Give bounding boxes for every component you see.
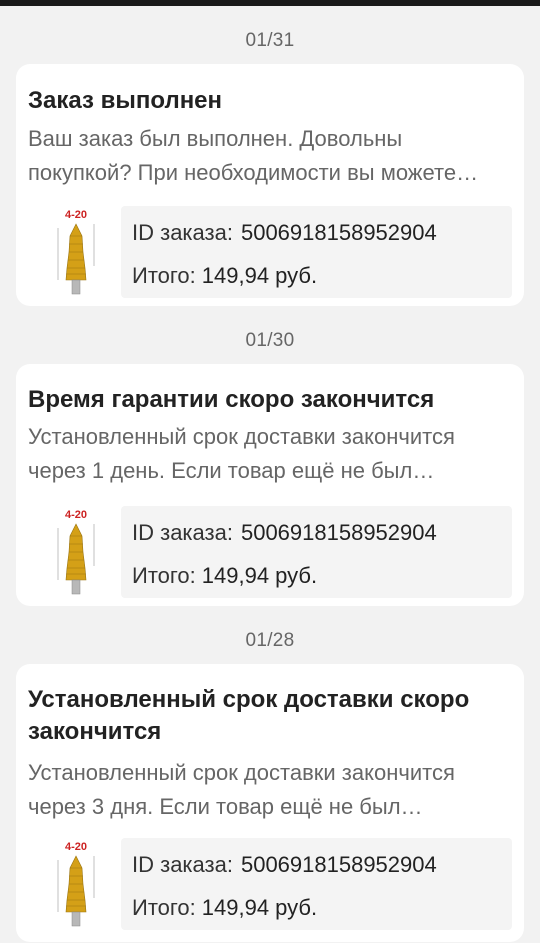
notification-title: Установленный срок доставки скоро законч… xyxy=(28,686,470,745)
order-summary: ID заказа: 5006918158952904 Итого: 149,94 … xyxy=(121,206,512,298)
order-total-label: Итого: xyxy=(132,563,196,588)
order-summary: ID заказа: 5006918158952904 Итого: 149,94 … xyxy=(121,506,512,598)
product-size-label: 4-20 xyxy=(65,841,87,853)
notification-card[interactable]: Заказ выполнен Ваш заказ был выполнен. Д… xyxy=(16,64,524,306)
order-row[interactable]: 4-20 ID заказа: 5006918158952904 Итого: … xyxy=(28,506,512,598)
order-total-line: Итого: 149,94 руб. xyxy=(132,563,317,589)
order-total-value: 149,94 руб. xyxy=(201,263,318,288)
order-row[interactable]: 4-20 ID заказа: 5006918158952904 Итого: … xyxy=(28,838,512,930)
notification-title: Время гарантии скоро закончится xyxy=(28,386,435,413)
date-label: 01/31 xyxy=(245,30,295,51)
order-id-value: 5006918158952904 xyxy=(240,852,437,877)
order-id-label: ID заказа: xyxy=(132,852,233,877)
notification-body: Ваш заказ был выполнен. Довольны покупко… xyxy=(28,126,457,185)
order-total-label: Итого: xyxy=(132,895,196,920)
order-total-value: 149,94 руб. xyxy=(201,895,318,920)
order-row[interactable]: 4-20 ID заказа: 5006918158952904 Итого: … xyxy=(28,206,512,298)
order-total-label: Итого: xyxy=(132,263,196,288)
step-drill-icon: 4-20 xyxy=(57,841,95,927)
order-id-label: ID заказа: xyxy=(132,220,233,245)
product-thumbnail: 4-20 xyxy=(40,506,130,598)
order-id-line: ID заказа: 5006918158952904 xyxy=(132,220,437,246)
notification-card[interactable]: Установленный срок доставки скоро законч… xyxy=(16,664,524,942)
order-id-line: ID заказа: 5006918158952904 xyxy=(132,520,437,546)
order-id-line: ID заказа: 5006918158952904 xyxy=(132,852,437,878)
notification-card[interactable]: Время гарантии скоро закончится Установл… xyxy=(16,364,524,606)
order-total-line: Итого: 149,94 руб. xyxy=(132,263,317,289)
product-thumbnail: 4-20 xyxy=(40,206,130,298)
step-drill-icon: 4-20 xyxy=(57,509,95,595)
date-label: 01/30 xyxy=(245,330,295,351)
order-total-line: Итого: 149,94 руб. xyxy=(132,895,317,921)
notification-title: Заказ выполнен xyxy=(28,87,223,114)
notification-body: Установленный срок доставки закончится ч… xyxy=(28,424,455,483)
status-bar xyxy=(0,0,540,6)
notification-body: Установленный срок доставки закончится ч… xyxy=(28,760,455,819)
product-size-label: 4-20 xyxy=(65,509,87,521)
order-total-value: 149,94 руб. xyxy=(201,563,318,588)
order-id-value: 5006918158952904 xyxy=(240,520,437,545)
date-label: 01/28 xyxy=(245,630,295,651)
order-id-label: ID заказа: xyxy=(132,520,233,545)
product-thumbnail: 4-20 xyxy=(40,838,130,930)
step-drill-icon: 4-20 xyxy=(57,209,95,295)
order-id-value: 5006918158952904 xyxy=(240,220,437,245)
product-size-label: 4-20 xyxy=(65,209,87,221)
order-summary: ID заказа: 5006918158952904 Итого: 149,94 … xyxy=(121,838,512,930)
